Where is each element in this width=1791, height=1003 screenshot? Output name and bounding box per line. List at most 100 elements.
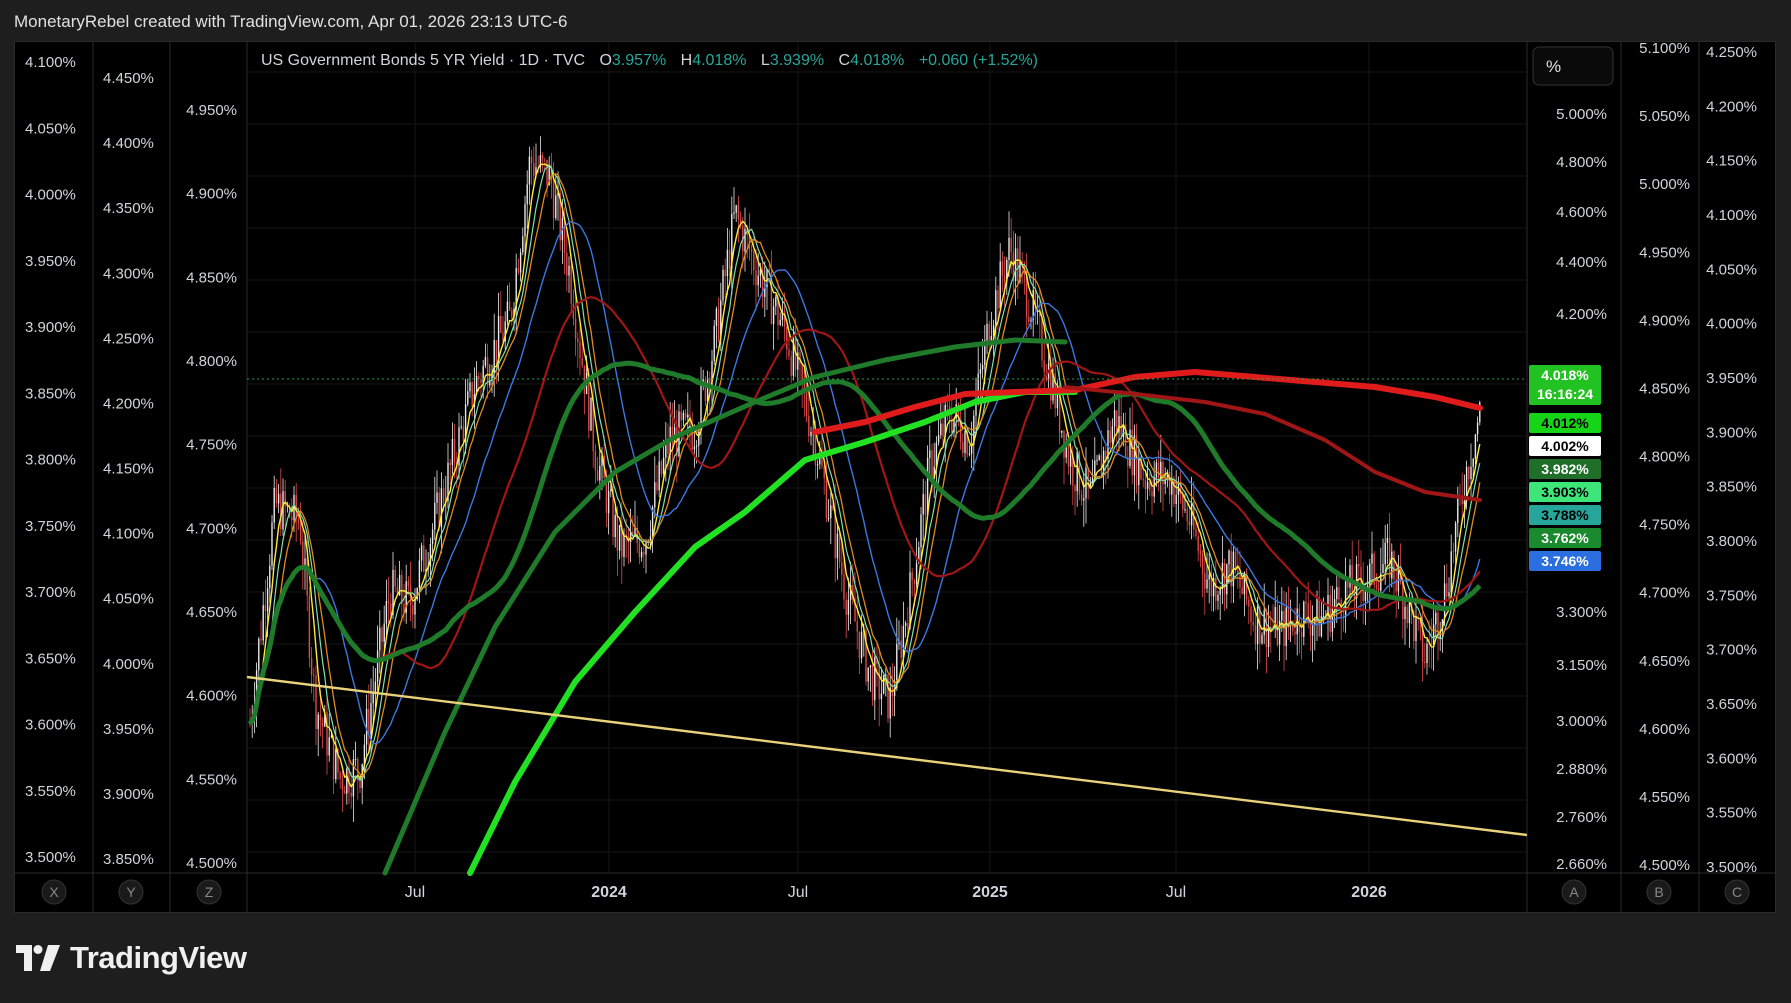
candle-body [526, 184, 528, 205]
candle-body [1470, 466, 1472, 480]
candle-body [1003, 275, 1006, 283]
axis_A-tick: 4.200% [1556, 306, 1607, 323]
candle-body [836, 533, 839, 559]
axis_X-tick: 3.600% [25, 717, 76, 734]
axis-button-c[interactable]: C [1724, 879, 1750, 905]
price-tag: 4.018% 16:16:24 [1529, 365, 1601, 405]
candle-body [1454, 523, 1457, 552]
candle-body [610, 489, 612, 491]
candle-body [431, 529, 434, 544]
candle-body [1432, 624, 1435, 645]
candle-body [1265, 610, 1268, 648]
axis_C-tick: 4.100% [1706, 207, 1757, 224]
candle-body [541, 155, 544, 160]
candle-body [308, 595, 311, 658]
candle-body [471, 382, 473, 407]
candle-body [962, 442, 964, 454]
candle-body [284, 491, 286, 507]
candle-body [913, 580, 916, 585]
candle-body [1391, 551, 1393, 579]
candle-body [878, 663, 880, 700]
candle-body [1457, 494, 1459, 524]
candle-body [1338, 587, 1340, 600]
candle-body [614, 515, 616, 538]
candle-body [691, 431, 693, 450]
time-tick: 2025 [972, 884, 1008, 901]
candle-body [1186, 509, 1188, 522]
candle-body [418, 560, 421, 589]
candle-body [453, 439, 456, 463]
axis_C-tick: 4.000% [1706, 316, 1757, 333]
candle-body [530, 156, 533, 164]
candle-body [260, 638, 262, 641]
candle-body [264, 605, 267, 612]
price-tag: 3.746% [1529, 551, 1601, 571]
candle-body [995, 290, 997, 326]
axis-button-a[interactable]: A [1561, 879, 1587, 905]
candle-body [1067, 443, 1070, 467]
candle-body [924, 494, 927, 515]
candle-body [546, 159, 548, 185]
candle-body [790, 356, 792, 376]
axis_X-tick: 3.700% [25, 584, 76, 601]
axis-button-x[interactable]: X [41, 879, 67, 905]
price-chart[interactable]: 4.100% 4.050% 4.000% 3.950% 3.900% 3.850% 3.80… [15, 42, 1775, 912]
axis_X-tick: 3.900% [25, 319, 76, 336]
candle-body [1358, 564, 1360, 567]
axis_X-tick: 3.850% [25, 385, 76, 402]
candle-body [1043, 360, 1045, 373]
candle-body [390, 603, 392, 615]
axis_Y-tick: 3.950% [103, 721, 154, 738]
candle-body [856, 621, 858, 632]
candle-body [847, 599, 850, 615]
candle-body [616, 515, 619, 551]
candle-body [1287, 607, 1290, 623]
candle-body [882, 675, 885, 694]
candle-body [1393, 551, 1395, 580]
candle-body [372, 692, 374, 704]
candle-body [271, 522, 273, 566]
candle-body [1142, 478, 1144, 481]
candle-body [1155, 462, 1158, 478]
candle-body [1256, 606, 1259, 645]
candle-body [946, 404, 949, 407]
candle-body [484, 357, 487, 366]
candle-body [1426, 643, 1428, 664]
axis-button-y[interactable]: Y [118, 879, 144, 905]
axis_B-tick: 4.600% [1639, 721, 1690, 738]
price-tag-label: 4.018% [1541, 367, 1589, 383]
candle-body [291, 516, 293, 521]
axis_X-tick: 3.650% [25, 650, 76, 667]
axis-button-label: Y [126, 884, 136, 900]
candle-body [775, 297, 777, 307]
candle-body [997, 290, 999, 309]
candle-body [1364, 591, 1367, 601]
time-tick: Jul [788, 884, 808, 901]
percent-scale-button[interactable]: % [1532, 46, 1614, 86]
candle-body [497, 315, 500, 361]
candle-body [783, 311, 786, 327]
candle-body [1171, 480, 1173, 495]
candle-body [423, 545, 425, 572]
candle-body [632, 531, 634, 534]
axis_B-tick: 4.500% [1639, 857, 1690, 874]
axis-button-z[interactable]: Z [196, 879, 222, 905]
percent-label: % [1546, 57, 1561, 76]
candle-body [1091, 477, 1094, 483]
axis-button-b[interactable]: B [1646, 879, 1672, 905]
candle-body [1008, 237, 1010, 260]
axis_C-tick: 3.750% [1706, 587, 1757, 604]
tradingview-logo[interactable]: TradingView [16, 940, 247, 976]
candle-body [1184, 509, 1186, 511]
candle-body [368, 708, 370, 735]
candle-body [1252, 621, 1254, 626]
candle-body [1111, 426, 1114, 443]
candle-body [1298, 608, 1301, 633]
candle-body [376, 650, 379, 682]
candle-body [1386, 537, 1389, 543]
axis_Y-tick: 4.100% [103, 526, 154, 543]
candle-body [1197, 536, 1199, 552]
candle-body [533, 163, 535, 176]
axis_Y-tick: 4.200% [103, 395, 154, 412]
candle-body [660, 461, 663, 474]
